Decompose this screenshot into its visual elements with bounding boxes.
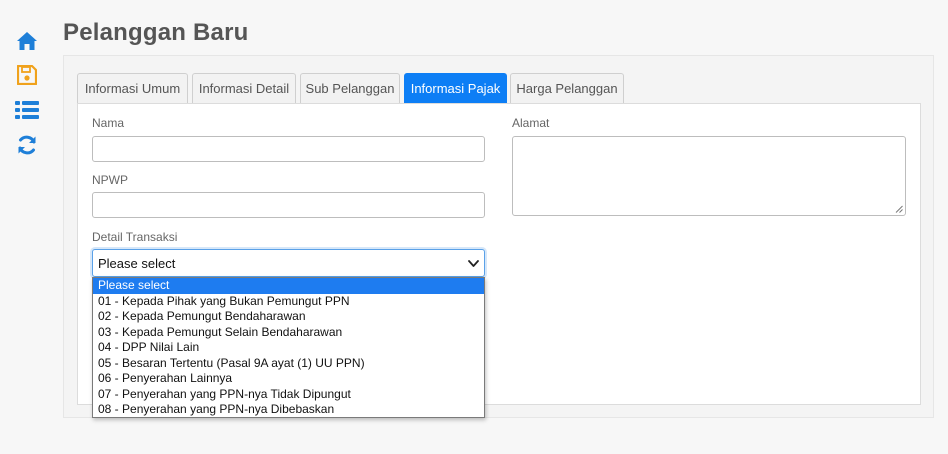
- tab-harga-pelanggan[interactable]: Harga Pelanggan: [510, 73, 624, 103]
- detail-transaksi-label: Detail Transaksi: [92, 230, 178, 244]
- save-icon[interactable]: [15, 63, 39, 87]
- option-05[interactable]: 05 - Besaran Tertentu (Pasal 9A ayat (1)…: [93, 356, 484, 372]
- option-06[interactable]: 06 - Penyerahan Lainnya: [93, 371, 484, 387]
- tab-informasi-pajak[interactable]: Informasi Pajak: [404, 73, 507, 103]
- nama-label: Nama: [92, 116, 125, 130]
- option-07[interactable]: 07 - Penyerahan yang PPN-nya Tidak Dipun…: [93, 387, 484, 403]
- nama-input[interactable]: [92, 136, 485, 162]
- option-08[interactable]: 08 - Penyerahan yang PPN-nya Dibebaskan: [93, 402, 484, 418]
- home-icon[interactable]: [15, 29, 39, 53]
- npwp-label: NPWP: [92, 173, 128, 187]
- option-04[interactable]: 04 - DPP Nilai Lain: [93, 340, 484, 356]
- option-03[interactable]: 03 - Kepada Pemungut Selain Bendaharawan: [93, 325, 484, 341]
- tab-informasi-umum[interactable]: Informasi Umum: [77, 73, 188, 103]
- npwp-input[interactable]: [92, 192, 485, 218]
- detail-transaksi-selected-value: Please select: [98, 255, 176, 271]
- detail-transaksi-dropdown: Please select 01 - Kepada Pihak yang Buk…: [92, 277, 485, 418]
- list-icon[interactable]: [15, 98, 39, 122]
- alamat-textarea[interactable]: [512, 136, 906, 216]
- resize-grip-icon[interactable]: [895, 205, 903, 213]
- option-01[interactable]: 01 - Kepada Pihak yang Bukan Pemungut PP…: [93, 294, 484, 310]
- chevron-down-icon: [468, 260, 479, 267]
- option-please-select[interactable]: Please select: [93, 278, 484, 294]
- page-title: Pelanggan Baru: [63, 19, 249, 46]
- option-02[interactable]: 02 - Kepada Pemungut Bendaharawan: [93, 309, 484, 325]
- sidebar: [0, 0, 52, 454]
- tab-informasi-detail[interactable]: Informasi Detail: [192, 73, 296, 103]
- detail-transaksi-select[interactable]: Please select: [92, 249, 485, 277]
- tab-sub-pelanggan[interactable]: Sub Pelanggan: [300, 73, 400, 103]
- alamat-label: Alamat: [512, 116, 550, 130]
- refresh-icon[interactable]: [15, 133, 39, 157]
